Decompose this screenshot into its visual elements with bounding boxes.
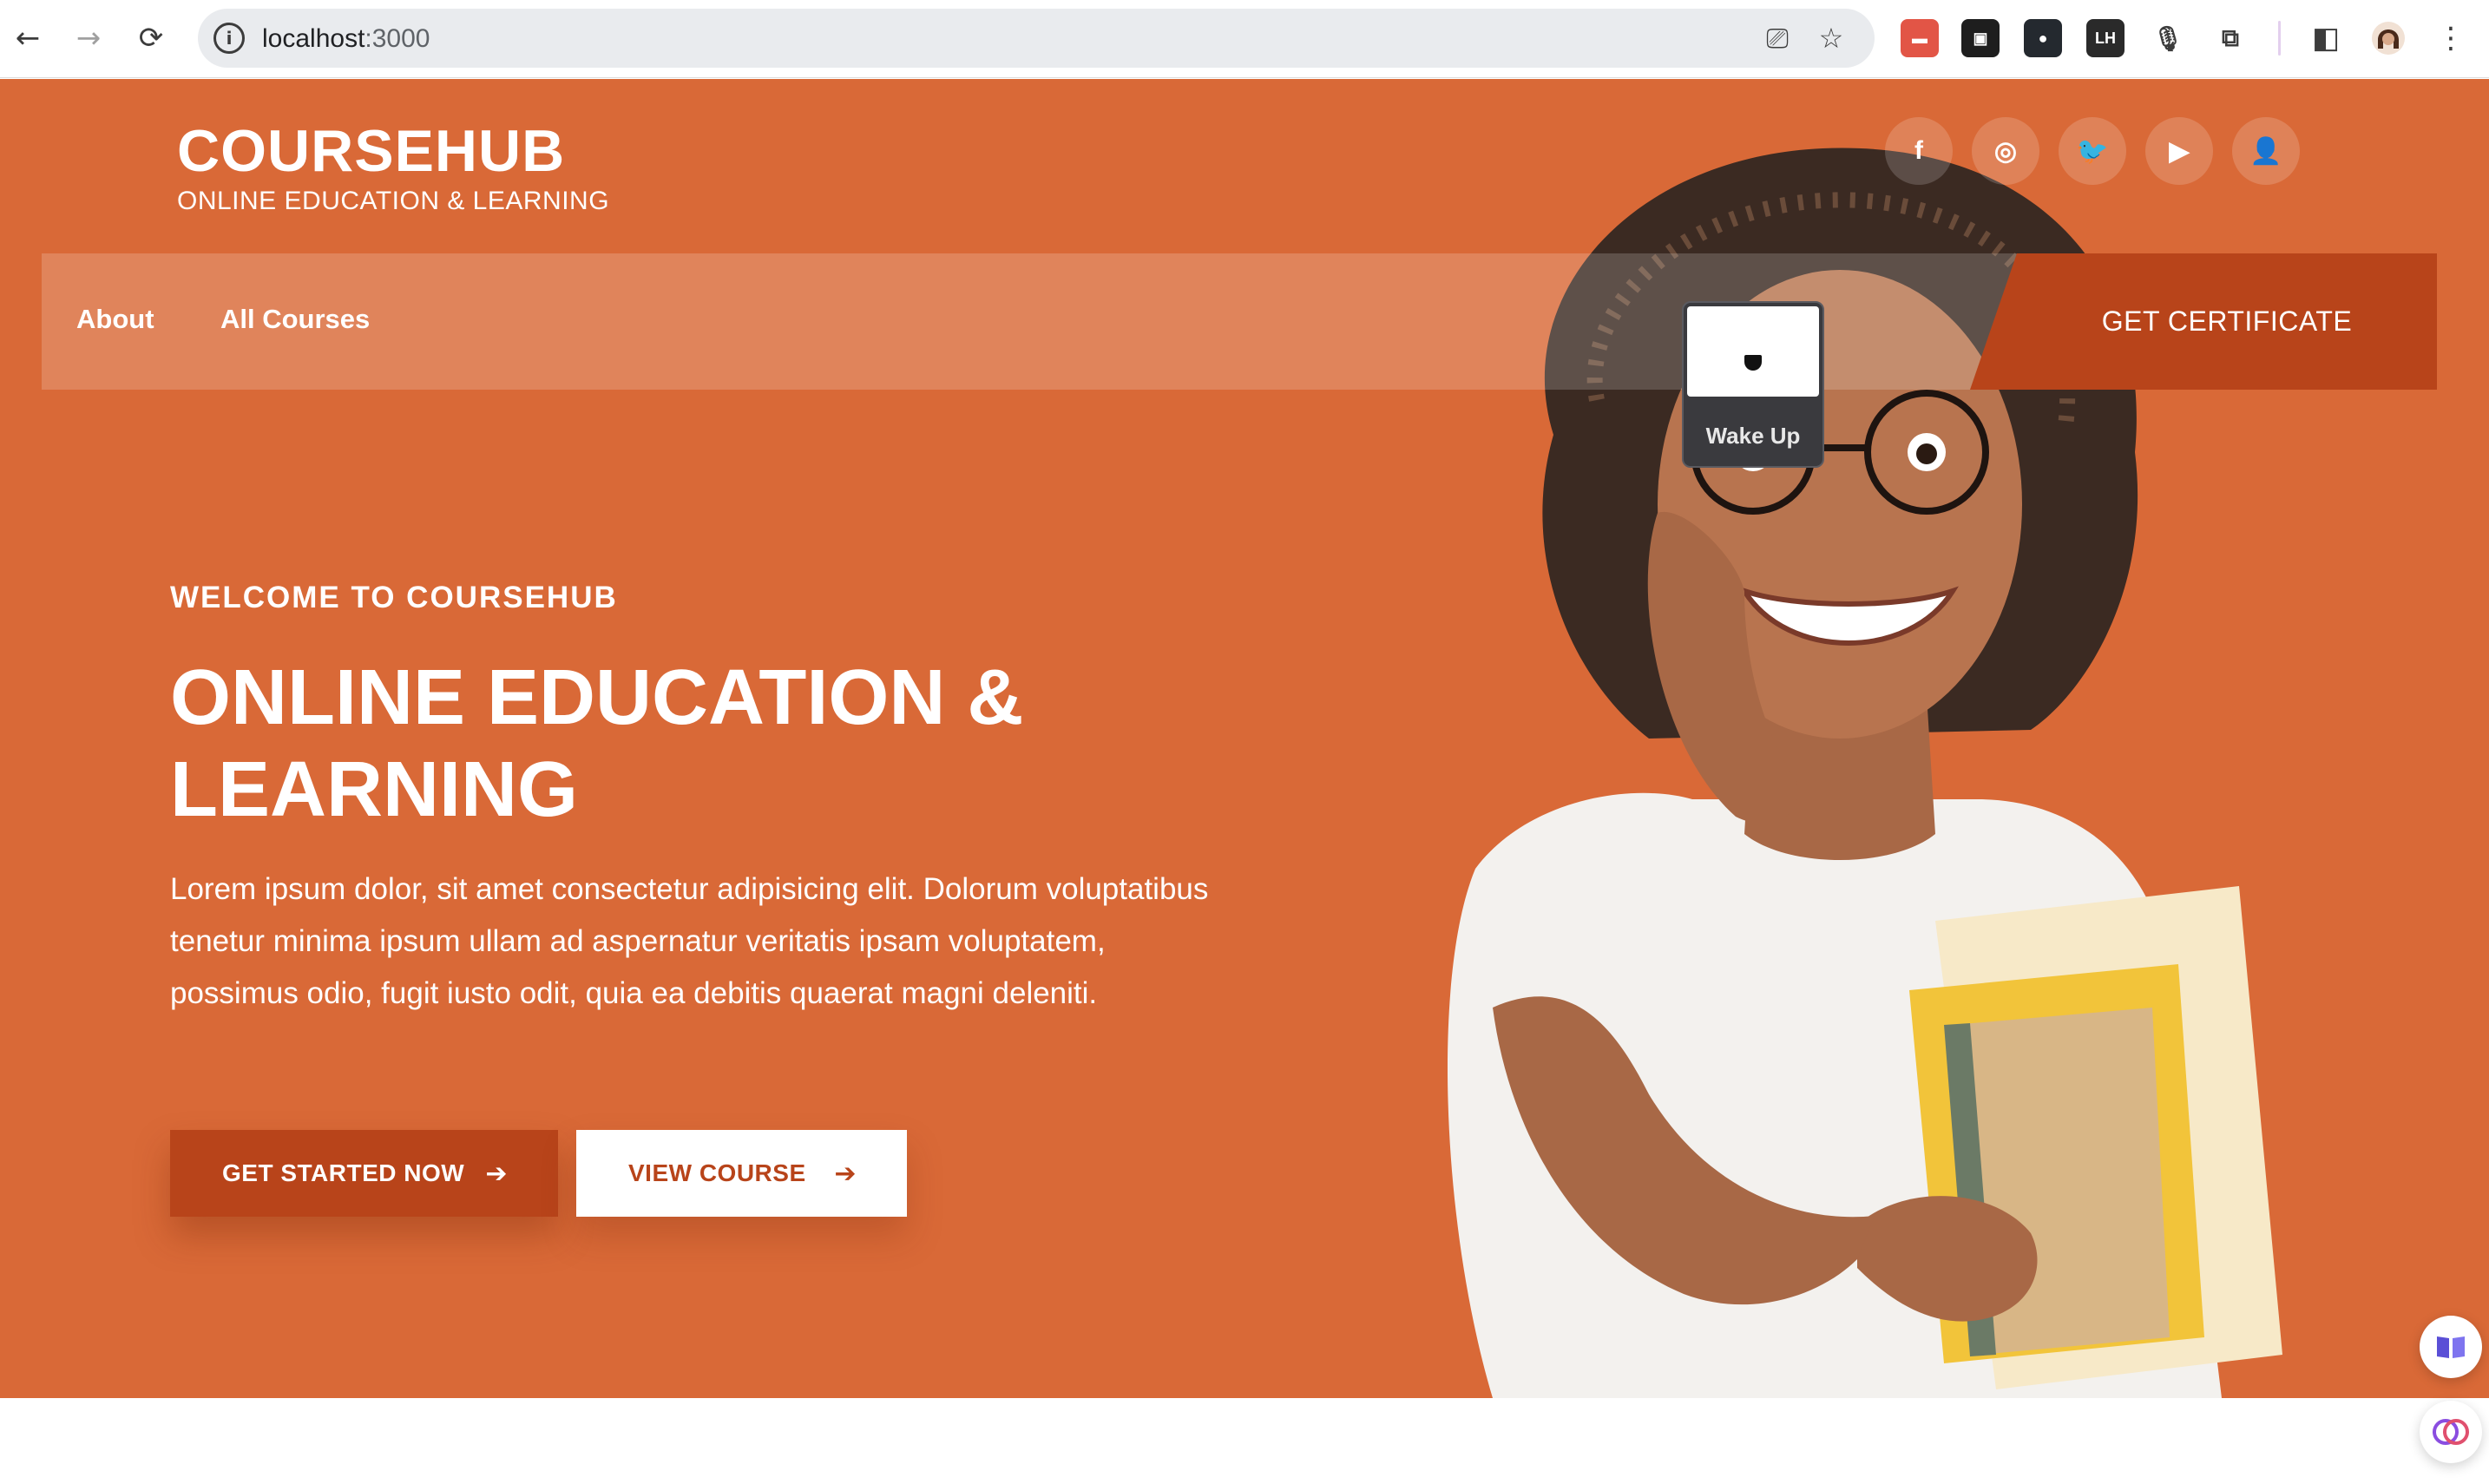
browser-menu-button[interactable]: ⋮ [2428, 16, 2473, 61]
github-icon[interactable]: ● [2024, 19, 2062, 57]
profile-avatar-icon [2372, 22, 2405, 55]
back-arrow-icon: ← [15, 21, 41, 56]
url-text[interactable]: localhost:3000 [262, 24, 430, 54]
wake-up-popup[interactable]: Wake Up [1682, 301, 1824, 468]
get-started-label: GET STARTED NOW [222, 1159, 465, 1186]
book-icon [2437, 1336, 2465, 1358]
user-icon[interactable]: 👤 [2232, 117, 2300, 185]
facebook-icon[interactable]: f [1885, 117, 1953, 185]
twitter-icon[interactable]: 🐦 [2059, 117, 2126, 185]
address-bar[interactable]: i localhost:3000 ⎚ ☆ [198, 9, 1875, 68]
brain-icon [2433, 1419, 2469, 1445]
brand-subtitle: ONLINE EDUCATION & LEARNING [177, 187, 610, 215]
puzzle-icon[interactable]: ⧉ [2211, 19, 2249, 57]
browser-toolbar: ← → ⟳ i localhost:3000 ⎚ ☆ ▬ ▣ ● LH 🎙 ⧉ ◧ ⋮ [0, 0, 2489, 78]
site-info-icon[interactable]: i [213, 23, 245, 54]
nav-link-about[interactable]: About [76, 304, 154, 335]
brand-title[interactable]: COURSEHUB [177, 117, 565, 185]
side-panel-icon: ◧ [2311, 21, 2341, 56]
reload-button[interactable]: ⟳ [128, 16, 174, 61]
arrow-right-icon: ➔ [834, 1158, 857, 1189]
hero-section: COURSEHUB ONLINE EDUCATION & LEARNING f ◎… [0, 79, 2489, 1398]
ext-red-icon[interactable]: ▬ [1901, 19, 1939, 57]
reader-extension-button[interactable] [2420, 1316, 2482, 1378]
reload-icon: ⟳ [138, 21, 164, 56]
view-course-button[interactable]: VIEW COURSE ➔ [576, 1130, 907, 1217]
back-button[interactable]: ← [5, 16, 50, 61]
microphone-icon[interactable]: 🎙 [2149, 19, 2187, 57]
ai-extension-button[interactable] [2420, 1401, 2482, 1463]
forward-arrow-icon: → [76, 21, 102, 56]
get-started-button[interactable]: GET STARTED NOW ➔ [170, 1130, 558, 1217]
bookmark-star-icon[interactable]: ☆ [1814, 21, 1849, 56]
get-certificate-label: GET CERTIFICATE [2101, 305, 2353, 337]
ext-terminal-icon[interactable]: ▣ [1961, 19, 2000, 57]
side-panel-button[interactable]: ◧ [2303, 16, 2348, 61]
install-app-icon[interactable]: ⎚ [1760, 21, 1795, 56]
profile-button[interactable] [2366, 16, 2411, 61]
lighthouse-icon[interactable]: LH [2086, 19, 2125, 57]
url-host: localhost [262, 24, 365, 53]
nav-link-all-courses[interactable]: All Courses [220, 304, 370, 335]
kebab-menu-icon: ⋮ [2436, 21, 2466, 56]
youtube-icon[interactable]: ▶ [2145, 117, 2213, 185]
cup-icon [1744, 355, 1762, 371]
wake-up-label: Wake Up [1705, 423, 1801, 449]
get-certificate-button[interactable]: GET CERTIFICATE [1970, 253, 2437, 390]
forward-button[interactable]: → [66, 16, 111, 61]
instagram-icon[interactable]: ◎ [1972, 117, 2039, 185]
toolbar-separator [2278, 21, 2281, 56]
url-port: :3000 [364, 24, 430, 53]
wake-up-preview [1687, 306, 1819, 397]
hero-paragraph: Lorem ipsum dolor, sit amet consectetur … [170, 872, 1209, 1010]
hero-headline: ONLINE EDUCATION & LEARNING [170, 654, 1024, 833]
arrow-right-icon: ➔ [485, 1158, 508, 1189]
view-course-label: VIEW COURSE [628, 1159, 806, 1186]
welcome-eyebrow: WELCOME TO COURSEHUB [170, 581, 618, 614]
